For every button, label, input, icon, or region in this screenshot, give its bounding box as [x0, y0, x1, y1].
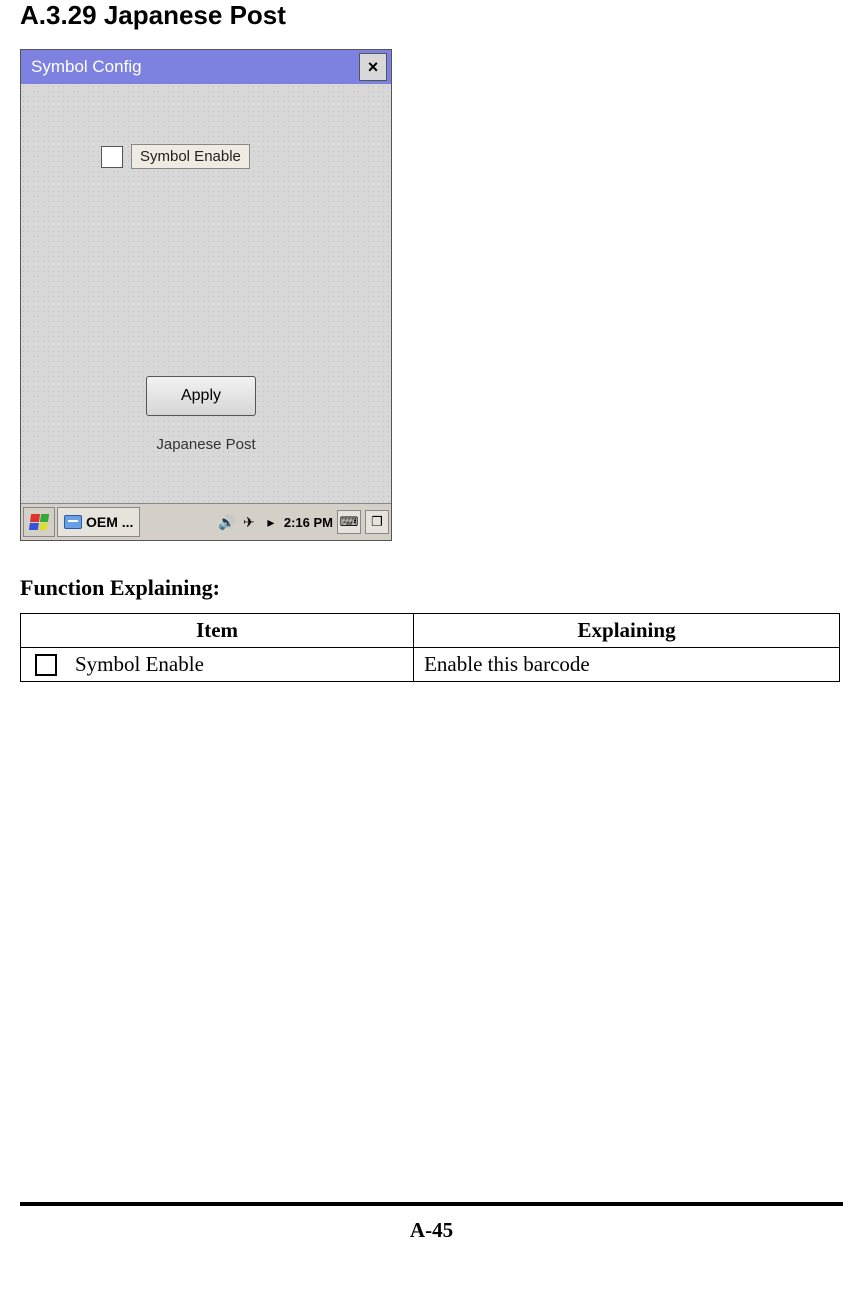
- close-icon: ×: [368, 57, 379, 78]
- taskbar-clock[interactable]: 2:16 PM: [284, 515, 333, 530]
- speaker-icon[interactable]: 🔊: [218, 513, 236, 531]
- start-button[interactable]: [23, 507, 55, 537]
- window-title: Symbol Config: [31, 57, 142, 77]
- page-number: A-45: [20, 1218, 843, 1243]
- config-page-label: Japanese Post: [21, 436, 391, 453]
- system-tray: 🔊 ✈ ▸ 2:16 PM ⌨ ❐: [218, 510, 389, 534]
- checkbox-icon: [35, 654, 57, 676]
- close-button[interactable]: ×: [359, 53, 387, 81]
- footer-rule: [20, 1202, 843, 1206]
- keyboard-icon[interactable]: ⌨: [337, 510, 361, 534]
- symbol-enable-row: Symbol Enable: [101, 144, 250, 169]
- table-row: Symbol Enable Enable this barcode: [21, 648, 840, 682]
- taskbar: OEM ... 🔊 ✈ ▸ 2:16 PM ⌨ ❐: [21, 503, 391, 540]
- function-table: Item Explaining Symbol Enable Enable thi…: [20, 613, 840, 682]
- table-header-explaining: Explaining: [414, 614, 840, 648]
- table-cell-explaining: Enable this barcode: [414, 648, 840, 682]
- apply-button[interactable]: Apply: [146, 376, 256, 416]
- function-explaining-heading: Function Explaining:: [20, 575, 843, 601]
- table-header-item: Item: [21, 614, 414, 648]
- window-titlebar: Symbol Config ×: [21, 50, 391, 84]
- app-icon: [64, 515, 82, 529]
- section-title: A.3.29 Japanese Post: [20, 0, 843, 31]
- window-client-area: Symbol Enable Apply Japanese Post: [21, 84, 391, 502]
- table-cell-item: Symbol Enable: [75, 652, 204, 677]
- connectivity-icon[interactable]: ✈: [240, 513, 258, 531]
- windows-icon[interactable]: ❐: [365, 510, 389, 534]
- screenshot-pda: Symbol Config × Symbol Enable Apply Japa…: [20, 49, 392, 541]
- arrow-icon: ▸: [262, 513, 280, 531]
- taskbar-app-label: OEM ...: [86, 514, 133, 530]
- symbol-enable-checkbox[interactable]: [101, 146, 123, 168]
- symbol-enable-label: Symbol Enable: [131, 144, 250, 169]
- taskbar-app-button[interactable]: OEM ...: [57, 507, 140, 537]
- windows-flag-icon: [29, 514, 49, 530]
